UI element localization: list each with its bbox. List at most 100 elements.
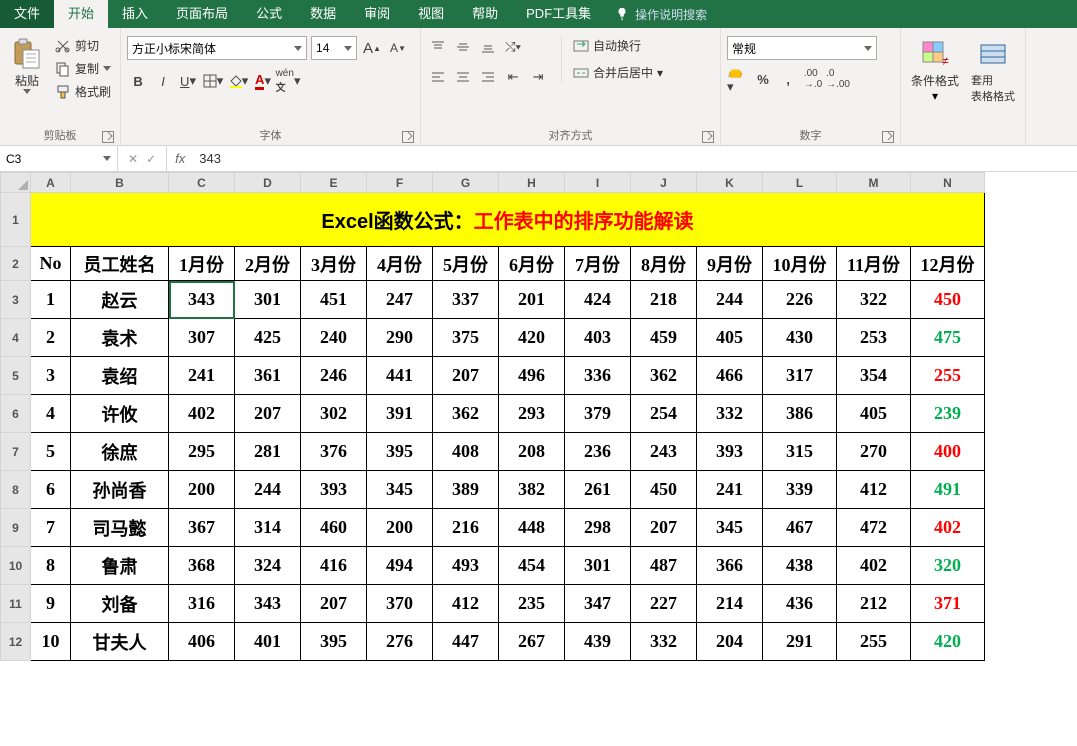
data-cell[interactable]: 408: [433, 433, 499, 471]
row-head-6[interactable]: 6: [1, 395, 31, 433]
data-cell[interactable]: 317: [763, 357, 837, 395]
data-cell[interactable]: 448: [499, 509, 565, 547]
data-cell[interactable]: 247: [367, 281, 433, 319]
number-format-select[interactable]: 常规: [727, 36, 877, 60]
data-cell[interactable]: 472: [837, 509, 911, 547]
name-cell[interactable]: 袁术: [71, 319, 169, 357]
header-cell[interactable]: 员工姓名: [71, 247, 169, 281]
data-cell[interactable]: 430: [763, 319, 837, 357]
data-cell-last[interactable]: 320: [911, 547, 985, 585]
no-cell[interactable]: 5: [31, 433, 71, 471]
header-cell[interactable]: 5月份: [433, 247, 499, 281]
header-cell[interactable]: 11月份: [837, 247, 911, 281]
cut-button[interactable]: 剪切: [52, 36, 114, 55]
no-cell[interactable]: 3: [31, 357, 71, 395]
cancel-edit-button[interactable]: ✕: [128, 152, 138, 166]
data-cell[interactable]: 236: [565, 433, 631, 471]
data-cell[interactable]: 253: [837, 319, 911, 357]
data-cell[interactable]: 200: [367, 509, 433, 547]
dialog-launcher-icon[interactable]: [102, 131, 114, 143]
data-cell[interactable]: 389: [433, 471, 499, 509]
align-middle-button[interactable]: [452, 36, 474, 58]
data-cell[interactable]: 391: [367, 395, 433, 433]
fx-icon[interactable]: fx: [167, 151, 193, 166]
orientation-button[interactable]: ⤭▾: [502, 36, 524, 58]
header-cell[interactable]: 4月份: [367, 247, 433, 281]
name-cell[interactable]: 徐庶: [71, 433, 169, 471]
data-cell[interactable]: 466: [697, 357, 763, 395]
header-cell[interactable]: 9月份: [697, 247, 763, 281]
no-cell[interactable]: 2: [31, 319, 71, 357]
data-cell[interactable]: 439: [565, 623, 631, 661]
data-cell[interactable]: 447: [433, 623, 499, 661]
data-cell[interactable]: 270: [837, 433, 911, 471]
data-cell[interactable]: 467: [763, 509, 837, 547]
data-cell[interactable]: 412: [837, 471, 911, 509]
col-head-K[interactable]: K: [697, 173, 763, 193]
data-cell[interactable]: 347: [565, 585, 631, 623]
data-cell[interactable]: 460: [301, 509, 367, 547]
data-cell[interactable]: 362: [433, 395, 499, 433]
data-cell[interactable]: 301: [235, 281, 301, 319]
decrease-indent-button[interactable]: ⇤: [502, 66, 524, 88]
align-bottom-button[interactable]: [477, 36, 499, 58]
data-cell[interactable]: 441: [367, 357, 433, 395]
data-cell[interactable]: 315: [763, 433, 837, 471]
data-cell-last[interactable]: 400: [911, 433, 985, 471]
data-cell[interactable]: 243: [631, 433, 697, 471]
data-cell[interactable]: 393: [697, 433, 763, 471]
border-button[interactable]: ▾: [202, 70, 224, 92]
merge-center-button[interactable]: 合并后居中 ▾: [570, 63, 666, 82]
tab-data[interactable]: 数据: [296, 0, 350, 28]
data-cell[interactable]: 244: [697, 281, 763, 319]
font-name-select[interactable]: 方正小标宋简体: [127, 36, 307, 60]
data-cell[interactable]: 212: [837, 585, 911, 623]
data-cell[interactable]: 316: [169, 585, 235, 623]
sheet-area[interactable]: ABCDEFGHIJKLMN1Excel函数公式：工作表中的排序功能解读2No员…: [0, 172, 1077, 744]
data-cell[interactable]: 207: [631, 509, 697, 547]
data-cell[interactable]: 301: [565, 547, 631, 585]
data-cell[interactable]: 402: [169, 395, 235, 433]
data-cell[interactable]: 241: [697, 471, 763, 509]
data-cell[interactable]: 494: [367, 547, 433, 585]
copy-button[interactable]: 复制: [52, 59, 114, 78]
col-head-A[interactable]: A: [31, 173, 71, 193]
table-format-button[interactable]: 套用 表格格式: [967, 36, 1019, 106]
no-cell[interactable]: 1: [31, 281, 71, 319]
tab-insert[interactable]: 插入: [108, 0, 162, 28]
align-center-button[interactable]: [452, 66, 474, 88]
name-cell[interactable]: 甘夫人: [71, 623, 169, 661]
header-cell[interactable]: 1月份: [169, 247, 235, 281]
data-cell[interactable]: 420: [499, 319, 565, 357]
data-cell[interactable]: 393: [301, 471, 367, 509]
title-cell[interactable]: Excel函数公式：工作表中的排序功能解读: [31, 193, 985, 247]
underline-button[interactable]: U▾: [177, 70, 199, 92]
data-cell[interactable]: 314: [235, 509, 301, 547]
data-cell-last[interactable]: 371: [911, 585, 985, 623]
name-cell[interactable]: 刘备: [71, 585, 169, 623]
data-cell[interactable]: 214: [697, 585, 763, 623]
data-cell[interactable]: 386: [763, 395, 837, 433]
data-cell[interactable]: 324: [235, 547, 301, 585]
data-cell[interactable]: 366: [697, 547, 763, 585]
data-cell[interactable]: 451: [301, 281, 367, 319]
row-head-5[interactable]: 5: [1, 357, 31, 395]
font-color-button[interactable]: A▾: [252, 70, 274, 92]
data-cell[interactable]: 235: [499, 585, 565, 623]
paste-button[interactable]: 粘贴: [6, 36, 48, 96]
data-cell[interactable]: 343: [235, 585, 301, 623]
row-head-12[interactable]: 12: [1, 623, 31, 661]
data-cell[interactable]: 307: [169, 319, 235, 357]
name-cell[interactable]: 孙尚香: [71, 471, 169, 509]
data-cell[interactable]: 337: [433, 281, 499, 319]
name-cell[interactable]: 赵云: [71, 281, 169, 319]
percent-button[interactable]: %: [752, 68, 774, 90]
data-cell[interactable]: 376: [301, 433, 367, 471]
col-head-M[interactable]: M: [837, 173, 911, 193]
decrease-font-button[interactable]: A▼: [387, 37, 409, 59]
data-cell[interactable]: 200: [169, 471, 235, 509]
data-cell-last[interactable]: 475: [911, 319, 985, 357]
col-head-B[interactable]: B: [71, 173, 169, 193]
row-head-4[interactable]: 4: [1, 319, 31, 357]
header-cell[interactable]: 12月份: [911, 247, 985, 281]
